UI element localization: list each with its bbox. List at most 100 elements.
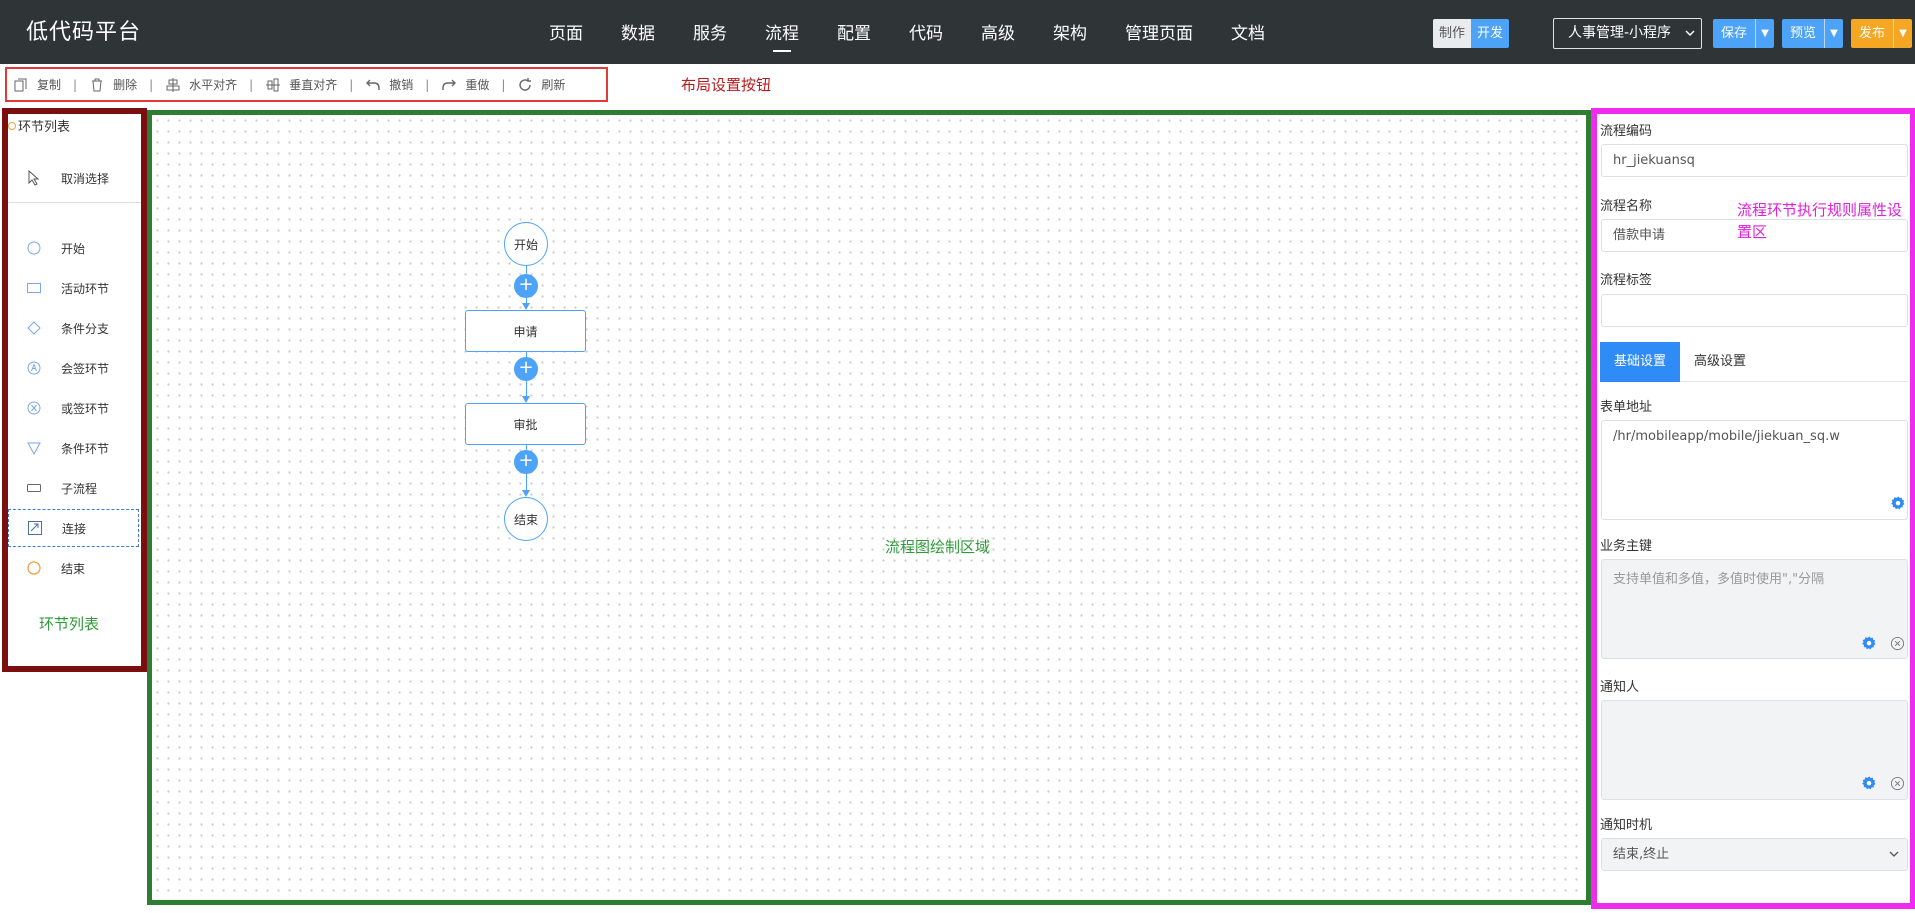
flow-node-label: 审批 — [513, 417, 538, 432]
arrow-down-icon — [522, 396, 530, 403]
add-node-button[interactable]: + — [514, 357, 538, 381]
notify-time-select[interactable]: 结束,终止 — [1601, 838, 1908, 871]
nav-item-config[interactable]: 配置 — [818, 0, 890, 64]
node-tool-condition[interactable]: 条件环节 — [8, 429, 139, 467]
app-logo: 低代码平台 — [26, 20, 142, 45]
tab-advanced-settings[interactable]: 高级设置 — [1680, 342, 1760, 382]
flow-node-end[interactable]: 结束 — [504, 497, 548, 541]
vertical-align-button[interactable]: 垂直对齐 — [265, 76, 337, 93]
nav-item-advanced[interactable]: 高级 — [962, 0, 1034, 64]
toolbar-separator: | — [249, 77, 254, 92]
node-tool-countersign[interactable]: 会签环节 — [8, 349, 139, 387]
refresh-button[interactable]: 刷新 — [517, 76, 565, 93]
gear-icon[interactable] — [1890, 495, 1906, 511]
horizontal-align-label: 水平对齐 — [189, 78, 238, 92]
nav-item-architecture[interactable]: 架构 — [1034, 0, 1106, 64]
form-url-label: 表单地址 — [1600, 400, 1653, 415]
node-tool-end[interactable]: 结束 — [8, 549, 139, 587]
flow-node-approve[interactable]: 审批 — [465, 403, 586, 445]
app-select-dropdown[interactable]: 人事管理-小程序 — [1553, 18, 1702, 49]
gear-icon[interactable] — [1861, 635, 1877, 651]
gear-icon[interactable] — [1861, 775, 1877, 791]
node-tool-label: 活动环节 — [61, 281, 110, 296]
nav-item-code[interactable]: 代码 — [890, 0, 962, 64]
triangle-down-icon — [25, 440, 43, 456]
node-tool-start[interactable]: 开始 — [8, 229, 139, 267]
undo-button[interactable]: 撤销 — [365, 76, 413, 93]
flow-connector — [526, 381, 527, 397]
tab-basic-settings[interactable]: 基础设置 — [1600, 342, 1681, 382]
node-tool-or-sign[interactable]: 或签环节 — [8, 389, 139, 427]
nav-item-process[interactable]: 流程 — [746, 0, 818, 64]
flow-node-start[interactable]: 开始 — [504, 222, 548, 266]
panel-title-dot-icon — [8, 122, 16, 130]
horizontal-align-button[interactable]: 水平对齐 — [165, 76, 237, 93]
node-tool-label: 结束 — [61, 561, 86, 576]
mode-make-toggle[interactable]: 制作 — [1433, 19, 1472, 48]
process-tag-input[interactable] — [1601, 294, 1908, 327]
node-tool-label: 会签环节 — [61, 361, 110, 376]
app-select-value: 人事管理-小程序 — [1568, 25, 1672, 41]
form-url-value: /hr/mobileapp/mobile/jiekuan_sq.w — [1613, 429, 1840, 444]
form-url-textarea[interactable]: /hr/mobileapp/mobile/jiekuan_sq.w — [1601, 420, 1908, 520]
flow-node-apply[interactable]: 申请 — [465, 310, 586, 352]
mode-switch: 制作 开发 — [1433, 19, 1510, 48]
redo-icon — [441, 77, 457, 93]
redo-button[interactable]: 重做 — [441, 76, 489, 93]
cancel-select-label: 取消选择 — [61, 171, 110, 186]
node-tool-label: 连接 — [62, 521, 87, 536]
copy-icon — [13, 77, 29, 93]
node-list-annotation: 环节列表 — [39, 615, 100, 633]
node-tool-label: 条件环节 — [61, 441, 110, 456]
nav-item-service[interactable]: 服务 — [674, 0, 746, 64]
save-dropdown-caret-icon[interactable]: ▼ — [1755, 19, 1774, 48]
node-tool-activity[interactable]: 活动环节 — [8, 269, 139, 307]
publish-button[interactable]: 发布 — [1851, 19, 1893, 48]
nav-item-data[interactable]: 数据 — [602, 0, 674, 64]
node-tool-label: 或签环节 — [61, 401, 110, 416]
clear-circle-icon[interactable] — [1889, 635, 1905, 651]
arrow-down-icon — [522, 303, 530, 310]
toolbar-separator: | — [149, 77, 154, 92]
nav-item-docs[interactable]: 文档 — [1212, 0, 1284, 64]
toolbar-separator: | — [425, 77, 430, 92]
toolbar-separator: | — [501, 77, 506, 92]
connection-icon — [26, 520, 44, 536]
node-list-panel: 环节列表 取消选择 开始 活动环节 条件分支 会签环节 或签环节 条件环节 子流… — [2, 108, 147, 672]
delete-label: 删除 — [113, 78, 138, 92]
copy-button[interactable]: 复制 — [13, 76, 61, 93]
flow-canvas[interactable]: 开始 + 申请 + 审批 + 结束 — [147, 110, 1591, 905]
properties-annotation: 流程环节执行规则属性设置区 — [1737, 201, 1903, 241]
process-code-label: 流程编码 — [1600, 124, 1653, 139]
toolbar-separator: | — [349, 77, 354, 92]
delete-button[interactable]: 删除 — [89, 76, 137, 93]
add-node-button[interactable]: + — [514, 450, 538, 474]
nav-item-page[interactable]: 页面 — [530, 0, 602, 64]
preview-dropdown-caret-icon[interactable]: ▼ — [1824, 19, 1843, 48]
notify-label: 通知人 — [1600, 680, 1640, 695]
trash-icon — [89, 77, 105, 93]
nav-item-admin-page[interactable]: 管理页面 — [1106, 0, 1212, 64]
node-tool-subprocess[interactable]: 子流程 — [8, 469, 139, 507]
publish-dropdown-caret-icon[interactable]: ▼ — [1893, 19, 1912, 48]
subprocess-rect-icon — [25, 481, 43, 495]
clear-circle-icon[interactable] — [1889, 775, 1905, 791]
preview-button[interactable]: 预览 — [1782, 19, 1824, 48]
flow-node-label: 结束 — [513, 512, 538, 527]
node-tool-connection[interactable]: 连接 — [8, 509, 139, 547]
redo-label: 重做 — [465, 78, 490, 92]
mode-dev-toggle[interactable]: 开发 — [1471, 19, 1510, 48]
refresh-icon — [517, 77, 533, 93]
process-code-input[interactable]: hr_jiekuansq — [1601, 144, 1908, 177]
node-tool-condition-branch[interactable]: 条件分支 — [8, 309, 139, 347]
refresh-label: 刷新 — [541, 78, 566, 92]
copy-label: 复制 — [37, 78, 62, 92]
cancel-select-tool[interactable]: 取消选择 — [8, 159, 139, 197]
align-vertical-icon — [265, 77, 281, 93]
save-button[interactable]: 保存 — [1713, 19, 1755, 48]
add-node-button[interactable]: + — [514, 274, 538, 298]
end-circle-icon — [25, 560, 43, 576]
vertical-align-label: 垂直对齐 — [289, 78, 338, 92]
arrow-down-icon — [522, 490, 530, 497]
start-circle-icon — [25, 240, 43, 256]
